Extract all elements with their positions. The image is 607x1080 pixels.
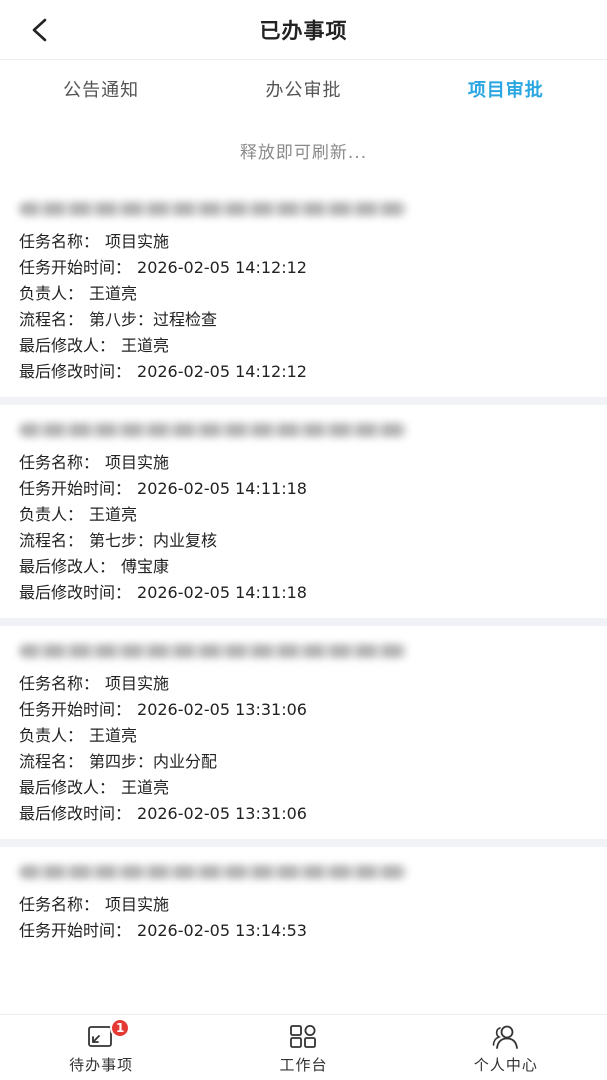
top-bar: 已办事项 (0, 0, 607, 60)
task-start-value: 2026-02-05 14:11:18 (137, 479, 307, 498)
list-item[interactable]: 任务名称： 项目实施 任务开始时间： 2026-02-05 13:31:06 负责人… (0, 626, 607, 839)
pull-refresh-hint: 释放即可刷新... (239, 143, 368, 163)
task-list: 任务名称： 项目实施 任务开始时间： 2026-02-05 14:12:12 负责人… (0, 184, 607, 956)
owner-value: 王道亮 (89, 726, 138, 745)
owner-row: 负责人： 王道亮 (19, 281, 607, 307)
task-start-label: 任务开始时间： (19, 921, 132, 940)
flow-label: 流程名： (19, 531, 84, 550)
last-edit-time-value: 2026-02-05 13:31:06 (137, 804, 307, 823)
task-start-row: 任务开始时间： 2026-02-05 14:11:18 (19, 476, 607, 502)
redacted-project-title (19, 638, 607, 664)
redacted-project-title (19, 859, 607, 885)
nav-profile[interactable]: 个人中心 (405, 1015, 607, 1080)
task-name-row: 任务名称： 项目实施 (19, 229, 607, 255)
list-item[interactable]: 任务名称： 项目实施 任务开始时间： 2026-02-05 14:11:18 负责人… (0, 405, 607, 618)
task-name-label: 任务名称： (19, 895, 100, 914)
back-button[interactable] (22, 12, 58, 48)
chevron-left-icon (32, 18, 47, 42)
task-name-value: 项目实施 (105, 895, 170, 914)
list-item[interactable]: 任务名称： 项目实施 任务开始时间： 2026-02-05 14:12:12 负责人… (0, 184, 607, 397)
task-name-value: 项目实施 (105, 453, 170, 472)
divider (0, 397, 607, 405)
nav-todo[interactable]: 1 待办事项 (0, 1015, 202, 1080)
owner-value: 王道亮 (89, 284, 138, 303)
last-edit-time-value: 2026-02-05 14:11:18 (137, 583, 307, 602)
nav-workbench-label: 工作台 (279, 1056, 328, 1074)
task-name-value: 项目实施 (105, 232, 170, 251)
task-start-value: 2026-02-05 13:14:53 (137, 921, 307, 940)
last-editor-value: 王道亮 (121, 336, 170, 355)
task-start-label: 任务开始时间： (19, 258, 132, 277)
last-edit-time-row: 最后修改时间： 2026-02-05 14:12:12 (19, 359, 607, 385)
task-start-row: 任务开始时间： 2026-02-05 14:12:12 (19, 255, 607, 281)
redacted-project-title (19, 417, 607, 443)
owner-row: 负责人： 王道亮 (19, 723, 607, 749)
grid-icon (288, 1024, 318, 1050)
last-edit-time-label: 最后修改时间： (19, 583, 132, 602)
owner-value: 王道亮 (89, 505, 138, 524)
last-edit-time-row: 最后修改时间： 2026-02-05 14:11:18 (19, 580, 607, 606)
task-start-value: 2026-02-05 14:12:12 (137, 258, 307, 277)
divider (0, 839, 607, 847)
task-name-row: 任务名称： 项目实施 (19, 671, 607, 697)
last-edit-time-value: 2026-02-05 14:12:12 (137, 362, 307, 381)
todo-icon: 1 (86, 1018, 131, 1050)
flow-value: 第八步：过程检查 (89, 310, 218, 329)
task-start-row: 任务开始时间： 2026-02-05 13:14:53 (19, 918, 607, 944)
tab-project-approval[interactable]: 项目审批 (405, 60, 607, 118)
task-start-label: 任务开始时间： (19, 700, 132, 719)
user-group-icon (491, 1024, 521, 1050)
last-editor-label: 最后修改人： (19, 336, 116, 355)
flow-label: 流程名： (19, 310, 84, 329)
last-editor-row: 最后修改人： 王道亮 (19, 333, 607, 359)
task-name-label: 任务名称： (19, 453, 100, 472)
flow-label: 流程名： (19, 752, 84, 771)
bottom-nav: 1 待办事项 工作台 个人中心 (0, 1014, 607, 1080)
task-name-label: 任务名称： (19, 674, 100, 693)
task-name-label: 任务名称： (19, 232, 100, 251)
list-item[interactable]: 任务名称： 项目实施 任务开始时间： 2026-02-05 13:14:53 (0, 847, 607, 956)
last-editor-label: 最后修改人： (19, 778, 116, 797)
owner-label: 负责人： (19, 726, 84, 745)
last-edit-time-label: 最后修改时间： (19, 362, 132, 381)
todo-badge: 1 (110, 1018, 131, 1038)
flow-row: 流程名： 第七步：内业复核 (19, 528, 607, 554)
flow-row: 流程名： 第八步：过程检查 (19, 307, 607, 333)
task-name-value: 项目实施 (105, 674, 170, 693)
last-editor-row: 最后修改人： 傅宝康 (19, 554, 607, 580)
nav-todo-label: 待办事项 (69, 1056, 134, 1074)
last-editor-value: 傅宝康 (121, 557, 170, 576)
page-title: 已办事项 (259, 18, 348, 43)
tab-office-approval[interactable]: 办公审批 (202, 60, 404, 118)
task-name-row: 任务名称： 项目实施 (19, 892, 607, 918)
task-name-row: 任务名称： 项目实施 (19, 450, 607, 476)
last-editor-value: 王道亮 (121, 778, 170, 797)
flow-value: 第七步：内业复核 (89, 531, 218, 550)
owner-label: 负责人： (19, 505, 84, 524)
last-editor-row: 最后修改人： 王道亮 (19, 775, 607, 801)
owner-row: 负责人： 王道亮 (19, 502, 607, 528)
app-root: 已办事项 公告通知 办公审批 项目审批 释放即可刷新... 任务名称： 项目实施 … (0, 0, 607, 1080)
last-edit-time-row: 最后修改时间： 2026-02-05 13:31:06 (19, 801, 607, 827)
task-start-row: 任务开始时间： 2026-02-05 13:31:06 (19, 697, 607, 723)
nav-profile-label: 个人中心 (473, 1056, 538, 1074)
last-edit-time-label: 最后修改时间： (19, 804, 132, 823)
last-editor-label: 最后修改人： (19, 557, 116, 576)
nav-workbench[interactable]: 工作台 (202, 1015, 404, 1080)
owner-label: 负责人： (19, 284, 84, 303)
flow-value: 第四步：内业分配 (89, 752, 218, 771)
tab-bar: 公告通知 办公审批 项目审批 (0, 60, 607, 118)
tab-announcements[interactable]: 公告通知 (0, 60, 202, 118)
task-start-label: 任务开始时间： (19, 479, 132, 498)
divider (0, 618, 607, 626)
flow-row: 流程名： 第四步：内业分配 (19, 749, 607, 775)
redacted-project-title (19, 196, 607, 222)
task-start-value: 2026-02-05 13:31:06 (137, 700, 307, 719)
